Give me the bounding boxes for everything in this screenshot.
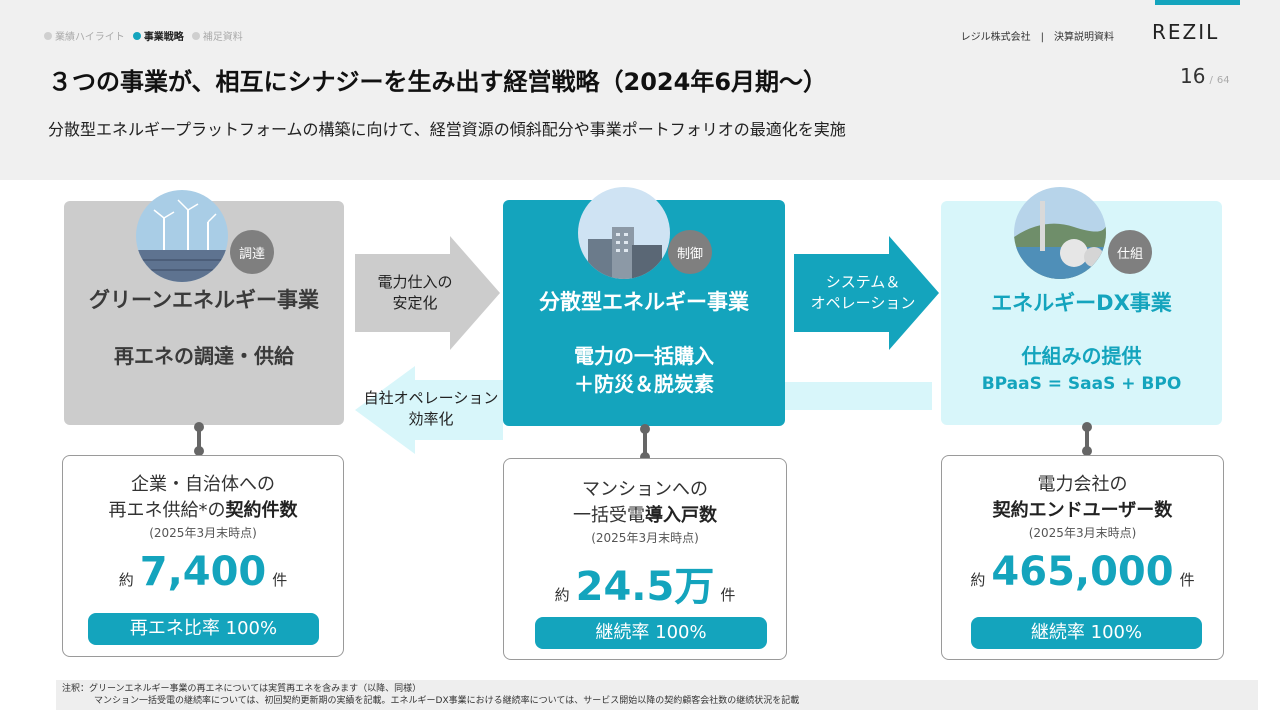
page-current: 16 xyxy=(1180,64,1206,88)
arrow-label-line: 安定化 xyxy=(392,294,438,312)
kpi-note: (2025年3月末時点) xyxy=(1028,526,1137,540)
breadcrumb-item-strategy[interactable]: 事業戦略 xyxy=(132,28,184,43)
kpi-line1: マンションへの xyxy=(582,479,708,500)
kpi-note: (2025年3月末時点) xyxy=(149,526,257,540)
kpi-prefix: 約 xyxy=(970,571,986,589)
business-title: 分散型エネルギー事業 xyxy=(539,290,749,314)
power-plant-photo xyxy=(1014,187,1106,279)
arrow-label-line: オペレーション xyxy=(810,294,916,312)
page-total: 64 xyxy=(1216,75,1230,86)
kpi-value-row: 約 465,000 件 xyxy=(942,549,1223,595)
kpi-value-row: 約 7,400 件 xyxy=(63,549,343,595)
kpi-line1: 企業・自治体への xyxy=(131,474,275,495)
apartment-photo xyxy=(578,187,670,279)
badge-procure: 調達 xyxy=(230,230,274,274)
connector-dot xyxy=(640,424,650,434)
kpi-line2-prefix: 一括受電 xyxy=(573,505,645,526)
kpi-pill: 再エネ比率 100% xyxy=(88,613,319,645)
breadcrumb-item-appendix[interactable]: 補足資料 xyxy=(191,28,243,43)
badge-system: 仕組 xyxy=(1108,230,1152,274)
kpi-value: 465,000 xyxy=(991,549,1174,595)
business-title: エネルギーDX事業 xyxy=(991,291,1172,315)
kpi-line2: 契約エンドユーザー数 xyxy=(942,496,1223,522)
arrow-label-operation: 自社オペレーション 効率化 xyxy=(358,388,504,430)
arrow-label-supply: 電力仕入の 安定化 xyxy=(360,272,470,314)
business-subtitle: 仕組みの提供 xyxy=(1021,344,1142,368)
kpi-value: 7,400 xyxy=(139,549,267,595)
connector-dot xyxy=(1082,422,1092,432)
top-accent-bar xyxy=(1155,0,1240,5)
arrow-label-line: システム＆ xyxy=(825,273,901,291)
kpi-line2-bold: 導入戸数 xyxy=(645,505,717,526)
business-title: グリーンエネルギー事業 xyxy=(89,288,319,312)
connector-dot xyxy=(194,422,204,432)
synergy-band xyxy=(784,382,932,410)
wind-solar-photo xyxy=(136,190,228,282)
kpi-line2-bold: 契約エンドユーザー数 xyxy=(992,500,1173,521)
business-subtitle: 電力の一括購入 ＋防災＆脱炭素 xyxy=(503,342,785,398)
kpi-suffix: 件 xyxy=(1179,571,1195,589)
bullet-icon xyxy=(44,31,52,40)
breadcrumb-item-highlights[interactable]: 業績ハイライト xyxy=(44,28,125,43)
footnote-line: マンション一括受電の継続率については、初回契約更新期の実績を記載。エネルギーDX… xyxy=(94,696,800,706)
kpi-note: (2025年3月末時点) xyxy=(591,531,699,545)
bullet-icon xyxy=(132,31,141,40)
kpi-line2-bold: 契約件数 xyxy=(225,500,298,521)
page-separator: / xyxy=(1209,75,1213,86)
kpi-suffix: 件 xyxy=(272,571,288,589)
page-number: 16/64 xyxy=(1180,64,1230,88)
kpi-prefix: 約 xyxy=(554,586,570,604)
arrow-label-system: システム＆ オペレーション xyxy=(796,272,930,314)
kpi-pill: 継続率 100% xyxy=(971,617,1202,649)
kpi-suffix: 件 xyxy=(720,586,736,604)
page-subtitle: 分散型エネルギープラットフォームの構築に向けて、経営資源の傾斜配分や事業ポートフ… xyxy=(48,120,846,139)
business-subtitle-line: 電力の一括購入 xyxy=(574,344,714,368)
kpi-prefix: 約 xyxy=(118,571,134,589)
kpi-line2: 一括受電導入戸数 xyxy=(504,501,786,527)
kpi-value-row: 約 24.5万 件 xyxy=(504,554,786,612)
business-subtitle-line: ＋防災＆脱炭素 xyxy=(574,372,714,396)
arrow-label-line: 電力仕入の xyxy=(377,273,453,291)
arrow-label-line: 自社オペレーション xyxy=(363,389,499,407)
footnote-line: 注釈：グリーンエネルギー事業の再エネについては実質再エネを含みます（以降、同様） xyxy=(62,684,422,694)
kpi-pill: 継続率 100% xyxy=(535,617,767,649)
kpi-line2: 再エネ供給*の契約件数 xyxy=(63,496,343,522)
business-subtitle-formula: BPaaS = SaaS + BPO xyxy=(981,374,1182,394)
kpi-value: 24.5万 xyxy=(575,564,715,610)
footnote: 注釈：グリーンエネルギー事業の再エネについては実質再エネを含みます（以降、同様）… xyxy=(56,680,1258,710)
business-subtitle: 再エネの調達・供給 xyxy=(114,344,294,368)
bullet-icon xyxy=(191,31,200,40)
kpi-line2-prefix: 再エネ供給*の xyxy=(108,500,226,521)
breadcrumb-label: 補足資料 xyxy=(202,32,243,43)
badge-control: 制御 xyxy=(668,230,712,274)
breadcrumb-label: 事業戦略 xyxy=(143,32,184,43)
page-title: ３つの事業が、相互にシナジーを生み出す経営戦略（2024年6月期〜） xyxy=(48,68,828,96)
arrow-label-line: 効率化 xyxy=(408,410,454,428)
company-label: レジル株式会社 | 決算説明資料 xyxy=(960,32,1114,43)
breadcrumb: 業績ハイライト 事業戦略 補足資料 xyxy=(44,28,243,43)
breadcrumb-label: 業績ハイライト xyxy=(55,32,125,43)
kpi-line1: 電力会社の xyxy=(1037,474,1128,495)
rezil-logo: REZIL xyxy=(1152,20,1220,44)
